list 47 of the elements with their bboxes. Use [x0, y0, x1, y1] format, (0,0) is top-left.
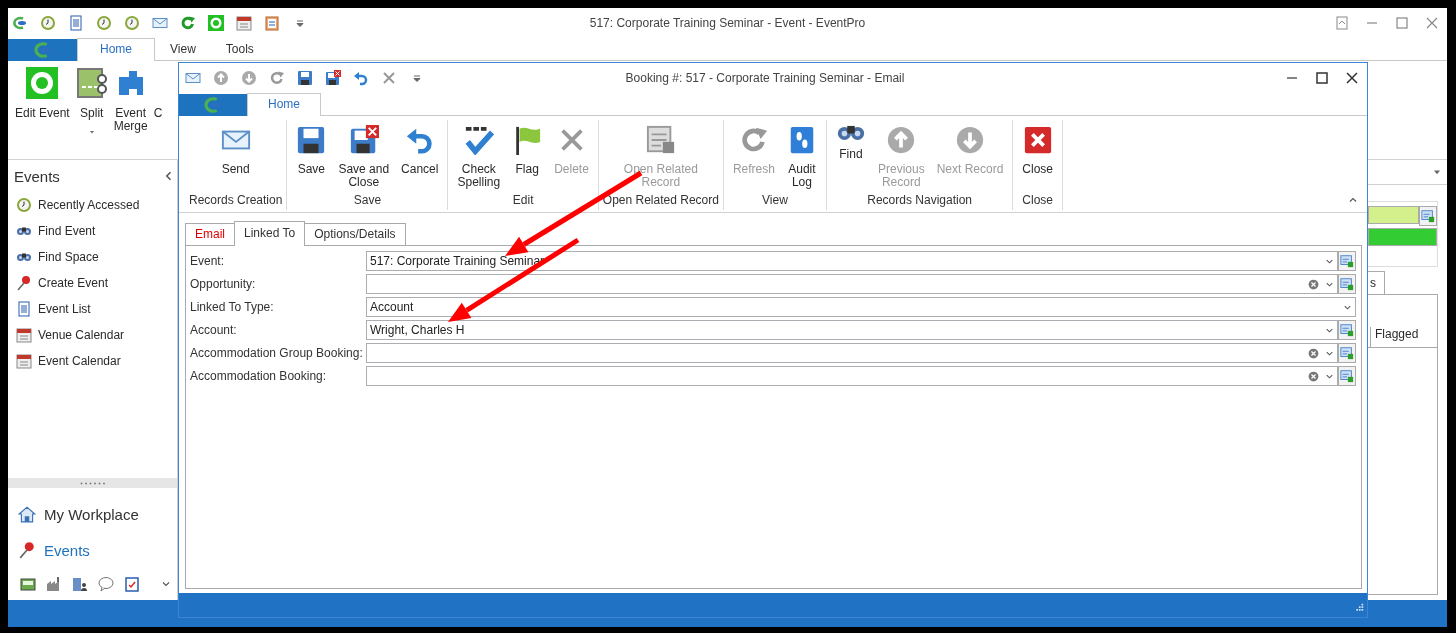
sidebar-item[interactable]: Find Space: [8, 244, 177, 270]
ribbon-button[interactable]: C: [150, 67, 166, 120]
ribbon-button[interactable]: Check Spelling: [452, 123, 506, 189]
tab[interactable]: Linked To: [234, 221, 306, 246]
ribbon-button[interactable]: Split: [72, 67, 111, 136]
ribbon-button[interactable]: Flag: [507, 123, 548, 176]
sidebar-item[interactable]: Recently Accessed: [8, 192, 177, 218]
ribbon-tab[interactable]: Home: [77, 38, 155, 61]
ribbon-tab[interactable]: Home: [247, 93, 321, 116]
ribbon-button[interactable]: Find: [830, 123, 871, 161]
group-label: View: [762, 193, 788, 209]
ribbon-tab[interactable]: View: [155, 38, 211, 60]
field-label: Account:: [190, 323, 238, 337]
field-label: Opportunity:: [190, 277, 257, 291]
window-title: Booking #: 517 - Corporate Training Seminar - Email: [625, 71, 906, 85]
sidebar-item[interactable]: Venue Calendar: [8, 322, 177, 348]
group-label: Edit: [512, 193, 534, 209]
field-label: Linked To Type:: [190, 300, 275, 314]
navigation-item[interactable]: My Workplace: [8, 496, 177, 532]
tab[interactable]: Email: [185, 223, 235, 245]
ribbon-tab[interactable]: Tools: [210, 38, 269, 60]
group-label: Close: [1022, 193, 1054, 209]
ribbon-button[interactable]: Save and Close: [333, 123, 395, 189]
group-label: Records Navigation: [867, 193, 972, 209]
sidebar-item[interactable]: Event List: [8, 296, 177, 322]
group-label: Save: [353, 193, 382, 209]
window-title: 517: Corporate Training Seminar - Event - EventPro: [589, 16, 866, 30]
sidebar-item[interactable]: Find Event: [8, 218, 177, 244]
panel-title: Events: [14, 167, 60, 185]
combo-box[interactable]: Account: [366, 297, 1356, 317]
group-label: Records Creation: [189, 193, 283, 209]
sidebar-item[interactable]: Create Event: [8, 270, 177, 296]
ribbon-button[interactable]: Audit Log: [781, 123, 822, 189]
tab[interactable]: Options/Details: [304, 223, 406, 245]
column-header[interactable]: Flagged: [1370, 327, 1437, 347]
field-label: Event:: [190, 254, 226, 268]
ribbon-button[interactable]: Save: [291, 123, 332, 176]
ribbon-button[interactable]: Send: [215, 123, 256, 176]
ribbon-button[interactable]: Cancel: [396, 123, 444, 176]
field-label: Accommodation Group Booking:: [190, 346, 364, 360]
sidebar-item[interactable]: Event Calendar: [8, 348, 177, 374]
navigation-item[interactable]: Events: [8, 532, 177, 568]
ribbon-button[interactable]: Edit Event: [12, 67, 73, 120]
combo-box[interactable]: Wright, Charles H: [366, 320, 1338, 340]
field-label: Accommodation Booking:: [190, 369, 328, 383]
ribbon-button[interactable]: Close: [1017, 123, 1059, 176]
ribbon-button[interactable]: Event Merge: [110, 67, 151, 133]
